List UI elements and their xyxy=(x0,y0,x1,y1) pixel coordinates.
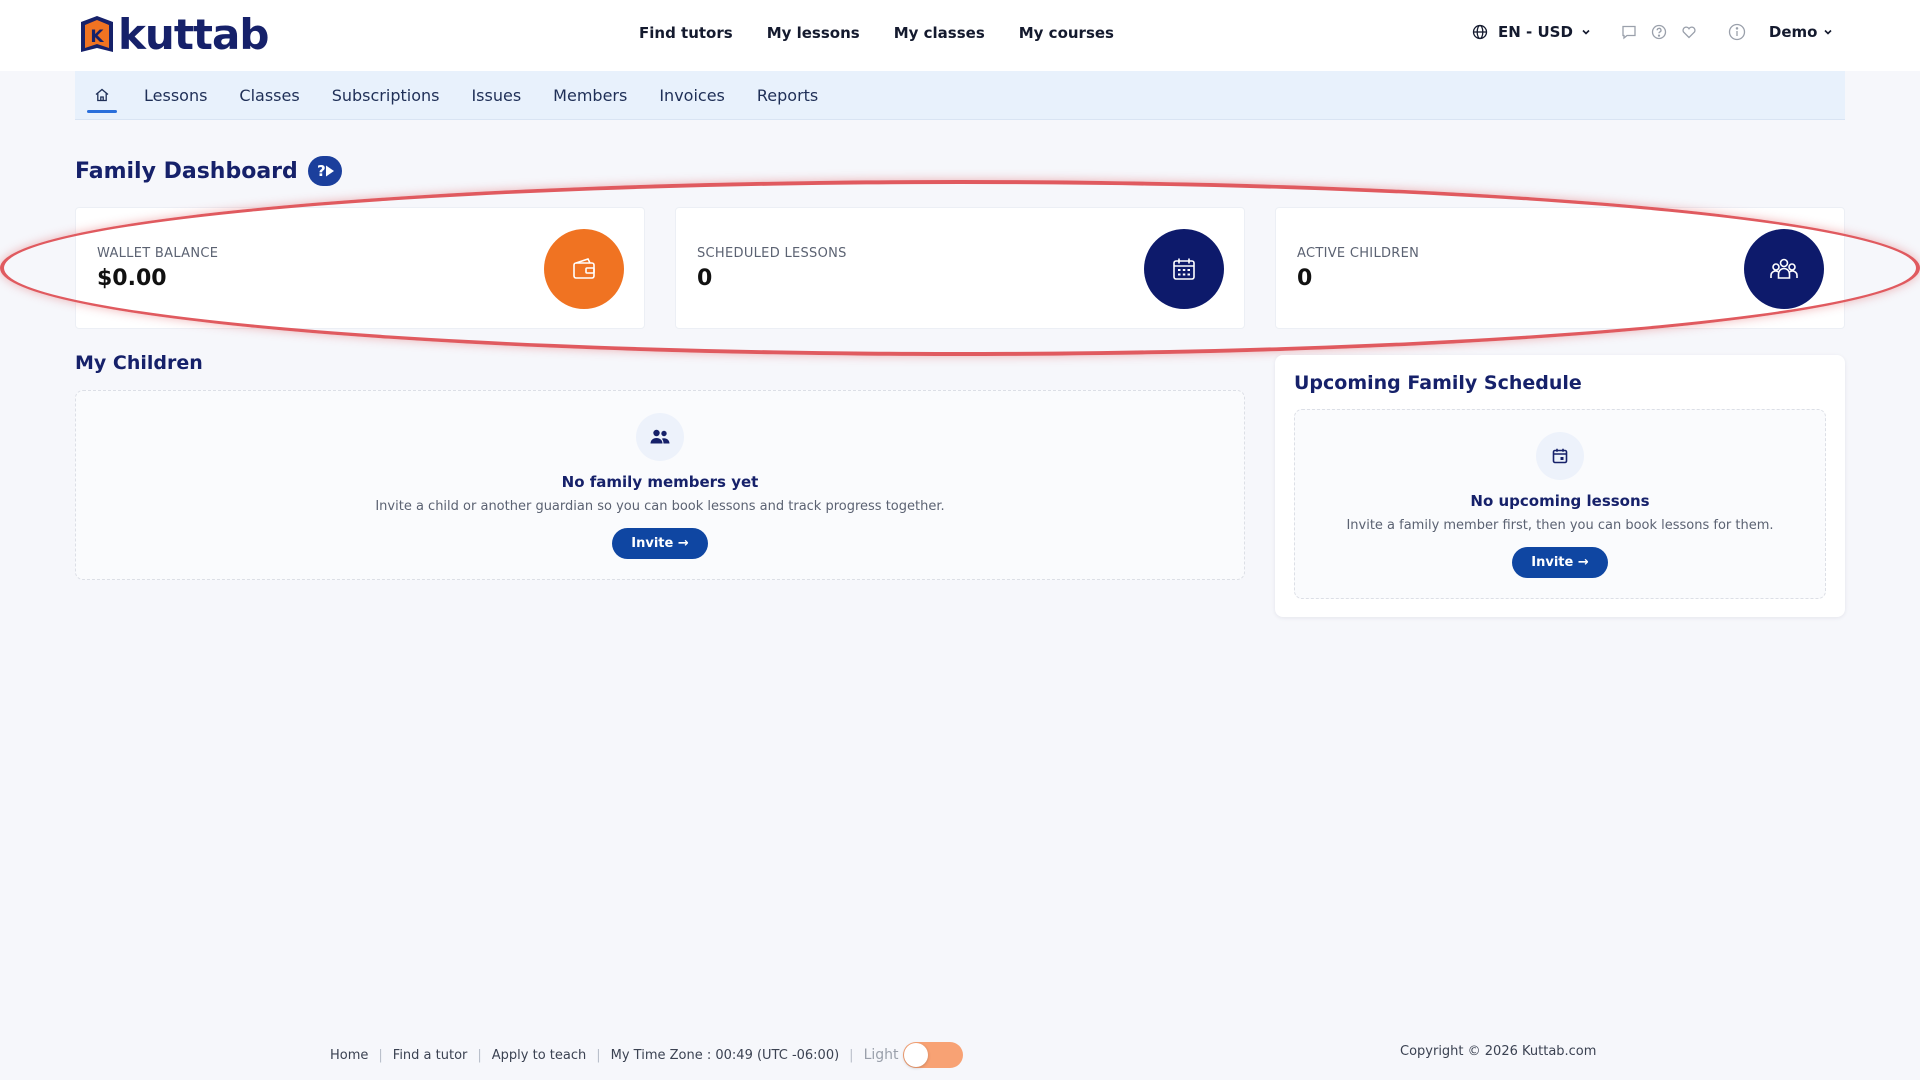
copyright: Copyright © 2026 Kuttab.com xyxy=(1400,1044,1597,1059)
globe-icon xyxy=(1470,22,1490,42)
kuttab-logo[interactable]: K kuttab xyxy=(78,10,269,59)
home-icon xyxy=(95,88,109,102)
page-title: Family Dashboard xyxy=(75,158,298,184)
stat-label: SCHEDULED LESSONS xyxy=(697,246,847,261)
stat-label: WALLET BALANCE xyxy=(97,246,219,261)
heart-icon[interactable] xyxy=(1679,22,1699,42)
tab-invoices[interactable]: Invoices xyxy=(659,86,725,105)
empty-state-description: Invite a child or another guardian so yo… xyxy=(375,499,945,514)
calendar-icon xyxy=(1144,229,1224,309)
info-icon[interactable] xyxy=(1727,22,1747,42)
tour-help-button[interactable]: ? xyxy=(307,156,342,186)
stat-card-wallet: WALLET BALANCE $0.00 xyxy=(75,207,645,329)
invite-button[interactable]: Invite → xyxy=(612,528,708,559)
children-icon xyxy=(1744,229,1824,309)
tab-members[interactable]: Members xyxy=(553,86,627,105)
theme-label: Light xyxy=(863,1047,899,1063)
user-name: Demo xyxy=(1768,23,1818,41)
empty-state-title: No upcoming lessons xyxy=(1470,492,1650,510)
footer-link-home[interactable]: Home xyxy=(330,1048,368,1063)
empty-state-title: No family members yet xyxy=(561,473,759,491)
footer-separator: | xyxy=(596,1047,601,1063)
stat-value: 0 xyxy=(1297,266,1313,291)
invite-button[interactable]: Invite → xyxy=(1512,547,1608,578)
wallet-icon xyxy=(544,229,624,309)
logo-wordmark: kuttab xyxy=(118,10,269,59)
tab-issues[interactable]: Issues xyxy=(471,86,521,105)
page-title-row: Family Dashboard ? xyxy=(75,156,342,186)
chat-icon[interactable] xyxy=(1619,22,1639,42)
logo-book-icon: K xyxy=(78,14,116,56)
chevron-down-icon xyxy=(1823,23,1833,41)
children-empty-state: No family members yet Invite a child or … xyxy=(75,390,1245,580)
footer-separator: | xyxy=(378,1047,383,1063)
user-menu[interactable]: Demo xyxy=(1769,23,1834,41)
stat-value: 0 xyxy=(697,266,713,291)
empty-state-description: Invite a family member first, then you c… xyxy=(1346,518,1774,533)
sub-nav: Lessons Classes Subscriptions Issues Mem… xyxy=(75,71,1845,120)
main-nav: Find tutors My lessons My classes My cou… xyxy=(639,24,1114,42)
upcoming-schedule-title: Upcoming Family Schedule xyxy=(1294,372,1582,394)
schedule-empty-state: No upcoming lessons Invite a family memb… xyxy=(1294,409,1826,599)
nav-my-courses[interactable]: My courses xyxy=(1019,24,1114,42)
footer-timezone: My Time Zone : 00:49 (UTC -06:00) xyxy=(610,1047,840,1063)
my-children-title: My Children xyxy=(75,352,203,374)
tab-subscriptions[interactable]: Subscriptions xyxy=(332,86,440,105)
calendar-icon xyxy=(1536,432,1584,480)
help-icon[interactable] xyxy=(1649,22,1669,42)
people-icon xyxy=(636,413,684,461)
footer-links: Home | Find a tutor | Apply to teach | M… xyxy=(330,1042,963,1068)
footer-separator: | xyxy=(849,1047,854,1063)
nav-find-tutors[interactable]: Find tutors xyxy=(639,24,733,42)
nav-my-classes[interactable]: My classes xyxy=(894,24,985,42)
theme-toggle[interactable] xyxy=(902,1042,963,1068)
tab-lessons[interactable]: Lessons xyxy=(144,86,207,105)
language-currency-selector[interactable]: EN - USD xyxy=(1470,22,1591,42)
stat-value: $0.00 xyxy=(97,266,167,291)
stat-label: ACTIVE CHILDREN xyxy=(1297,246,1420,261)
question-play-icon: ? xyxy=(317,162,334,180)
chevron-down-icon xyxy=(1581,23,1591,41)
schedule-card: Upcoming Family Schedule No upcoming les… xyxy=(1275,355,1845,617)
footer-link-find-tutor[interactable]: Find a tutor xyxy=(393,1048,468,1063)
stat-card-scheduled-lessons: SCHEDULED LESSONS 0 xyxy=(675,207,1245,329)
svg-text:?: ? xyxy=(317,162,326,180)
tab-reports[interactable]: Reports xyxy=(757,86,818,105)
stat-card-active-children: ACTIVE CHILDREN 0 xyxy=(1275,207,1845,329)
nav-my-lessons[interactable]: My lessons xyxy=(767,24,860,42)
svg-text:K: K xyxy=(90,27,104,47)
toggle-knob xyxy=(903,1043,928,1067)
footer-link-apply-to-teach[interactable]: Apply to teach xyxy=(492,1048,586,1063)
tab-classes[interactable]: Classes xyxy=(239,86,299,105)
footer-separator: | xyxy=(477,1047,482,1063)
home-tab[interactable] xyxy=(87,71,117,120)
top-header: K kuttab Find tutors My lessons My class… xyxy=(0,0,1920,71)
header-right: EN - USD Demo xyxy=(1470,22,1833,42)
language-currency-label: EN - USD xyxy=(1498,23,1573,41)
